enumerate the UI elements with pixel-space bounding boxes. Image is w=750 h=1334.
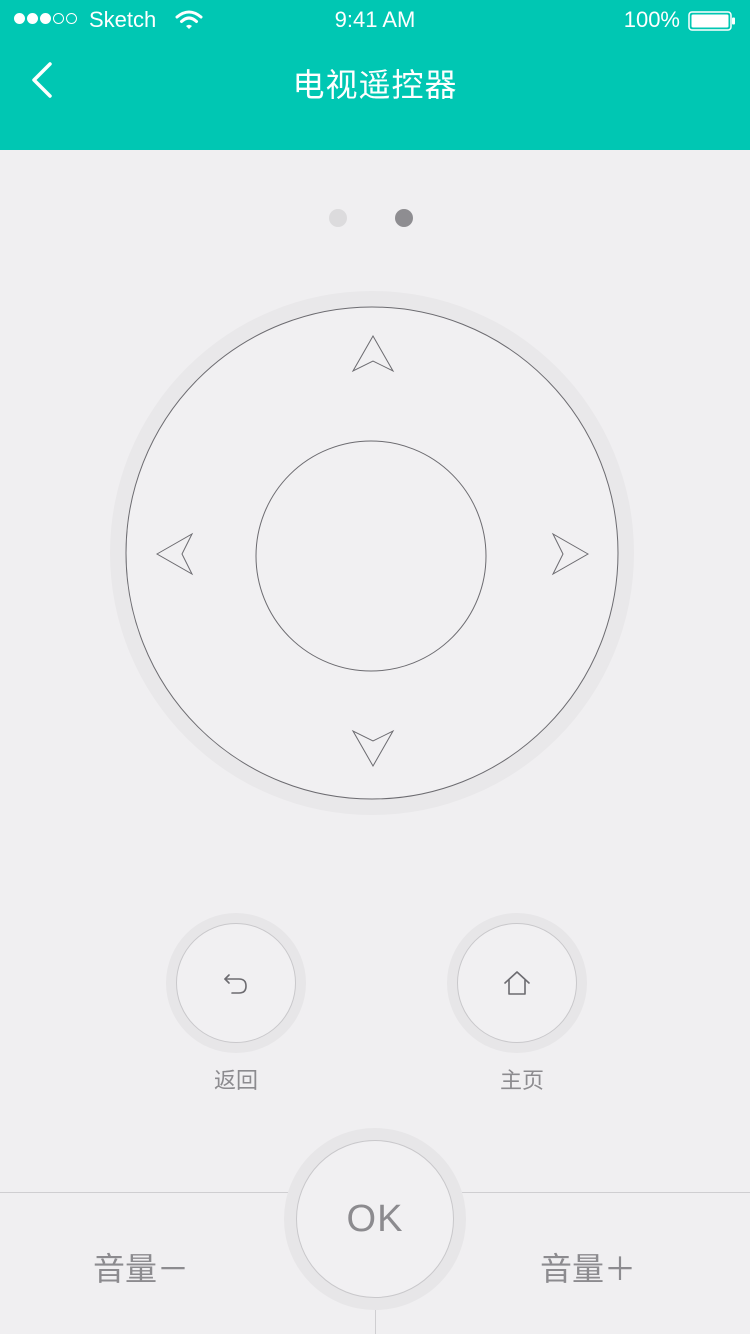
return-button[interactable]: [176, 923, 296, 1043]
page-title: 电视遥控器: [292, 66, 458, 104]
return-button-ring: [166, 913, 306, 1053]
undo-icon: [224, 974, 247, 994]
ok-label: OK: [346, 1197, 404, 1240]
dpad-center-button[interactable]: [255, 440, 487, 672]
dpad-graphic: [110, 291, 634, 815]
volume-down-button[interactable]: 音量－: [93, 1244, 293, 1294]
battery-percentage: 100%: [623, 7, 680, 32]
home-button[interactable]: [457, 923, 577, 1043]
page-indicator: [0, 209, 750, 227]
ok-button[interactable]: OK: [296, 1140, 454, 1298]
return-label: 返回: [213, 1069, 258, 1094]
page-dot-active[interactable]: [395, 209, 413, 227]
page-dot[interactable]: [329, 209, 347, 227]
home-label: 主页: [499, 1069, 544, 1094]
volume-up-button[interactable]: 音量＋: [540, 1244, 740, 1294]
header: Sketch 9:41 AM 100% 电视遥控器: [0, 0, 750, 150]
ok-button-ring: OK: [284, 1128, 466, 1310]
home-icon: [504, 971, 530, 995]
home-button-ring: [447, 913, 587, 1053]
battery-icon: [688, 11, 735, 31]
status-bar: Sketch 9:41 AM 100%: [0, 0, 750, 40]
dpad: [110, 291, 634, 815]
nav-bar: 电视遥控器: [0, 40, 750, 150]
